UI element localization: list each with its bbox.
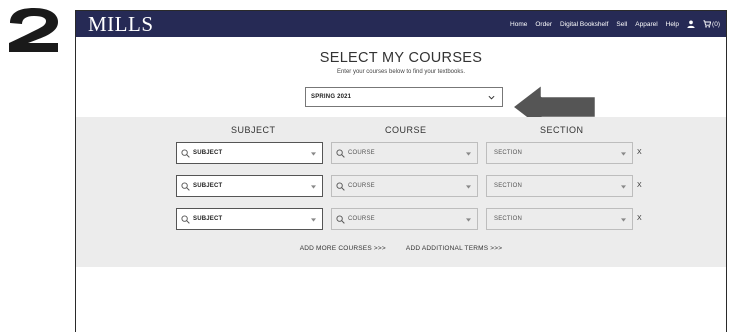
- step-number-graphic: [9, 8, 58, 52]
- column-header-course: COURSE: [385, 125, 427, 135]
- chevron-down-icon: [488, 95, 495, 100]
- nav-sell[interactable]: Sell: [616, 21, 627, 28]
- site-logo[interactable]: MILLS: [88, 11, 154, 37]
- subject-select[interactable]: SUBJECT: [176, 142, 323, 164]
- course-select[interactable]: COURSE: [331, 142, 478, 164]
- search-icon: [336, 148, 345, 158]
- term-select-value: SPRING 2021: [311, 94, 352, 100]
- search-icon: [181, 214, 190, 224]
- dropdown-caret-icon: [621, 185, 626, 189]
- search-icon: [336, 214, 345, 224]
- course-entry-panel: SUBJECT COURSE SECTION SUBJECT COURSE SE…: [76, 117, 726, 267]
- column-header-section: SECTION: [540, 125, 584, 135]
- dropdown-caret-icon: [621, 218, 626, 222]
- subject-select[interactable]: SUBJECT: [176, 175, 323, 197]
- course-placeholder: COURSE: [348, 216, 375, 222]
- subject-placeholder: SUBJECT: [193, 216, 223, 222]
- section-placeholder: SECTION: [494, 150, 523, 156]
- nav-home[interactable]: Home: [510, 21, 527, 28]
- user-icon[interactable]: [687, 20, 695, 28]
- dropdown-caret-icon: [311, 218, 316, 222]
- add-additional-terms-link[interactable]: ADD ADDITIONAL TERMS >>>: [406, 245, 502, 252]
- add-more-courses-link[interactable]: ADD MORE COURSES >>>: [300, 245, 386, 252]
- search-icon: [336, 181, 345, 191]
- page-subtitle: Enter your courses below to find your te…: [336, 69, 466, 75]
- select-courses-header: SELECT MY COURSES Enter your courses bel…: [76, 37, 726, 132]
- nav-digital-bookshelf[interactable]: Digital Bookshelf: [560, 21, 608, 28]
- dropdown-caret-icon: [466, 185, 471, 189]
- subject-placeholder: SUBJECT: [193, 183, 223, 189]
- subject-select[interactable]: SUBJECT: [176, 208, 323, 230]
- cart-icon: [703, 20, 712, 28]
- course-select[interactable]: COURSE: [331, 208, 478, 230]
- cart-count: (0): [712, 20, 720, 28]
- section-select[interactable]: SECTION: [486, 208, 633, 230]
- section-placeholder: SECTION: [494, 183, 523, 189]
- course-placeholder: COURSE: [348, 183, 375, 189]
- dropdown-caret-icon: [311, 185, 316, 189]
- section-placeholder: SECTION: [494, 216, 523, 222]
- nav-help[interactable]: Help: [666, 21, 679, 28]
- course-actions: ADD MORE COURSES >>> ADD ADDITIONAL TERM…: [76, 245, 726, 252]
- remove-row-button[interactable]: X: [637, 215, 642, 222]
- search-icon: [181, 181, 190, 191]
- page-title: SELECT MY COURSES: [319, 50, 483, 66]
- course-row: SUBJECT COURSE SECTION X: [76, 175, 726, 197]
- section-select[interactable]: SECTION: [486, 175, 633, 197]
- course-row: SUBJECT COURSE SECTION X: [76, 208, 726, 230]
- course-placeholder: COURSE: [348, 150, 375, 156]
- column-header-subject: SUBJECT: [231, 125, 276, 135]
- browser-frame: MILLS Home Order Digital Bookshelf Sell …: [75, 10, 727, 332]
- course-select[interactable]: COURSE: [331, 175, 478, 197]
- search-icon: [181, 148, 190, 158]
- top-navbar: MILLS Home Order Digital Bookshelf Sell …: [76, 11, 726, 37]
- course-row: SUBJECT COURSE SECTION X: [76, 142, 726, 164]
- term-select[interactable]: SPRING 2021: [305, 87, 503, 107]
- remove-row-button[interactable]: X: [637, 182, 642, 189]
- dropdown-caret-icon: [311, 152, 316, 156]
- nav-order[interactable]: Order: [535, 21, 552, 28]
- dropdown-caret-icon: [466, 218, 471, 222]
- remove-row-button[interactable]: X: [637, 149, 642, 156]
- cart-button[interactable]: (0): [703, 20, 720, 28]
- dropdown-caret-icon: [466, 152, 471, 156]
- section-select[interactable]: SECTION: [486, 142, 633, 164]
- dropdown-caret-icon: [621, 152, 626, 156]
- nav-links: Home Order Digital Bookshelf Sell Appare…: [510, 20, 720, 28]
- nav-apparel[interactable]: Apparel: [635, 21, 657, 28]
- subject-placeholder: SUBJECT: [193, 150, 223, 156]
